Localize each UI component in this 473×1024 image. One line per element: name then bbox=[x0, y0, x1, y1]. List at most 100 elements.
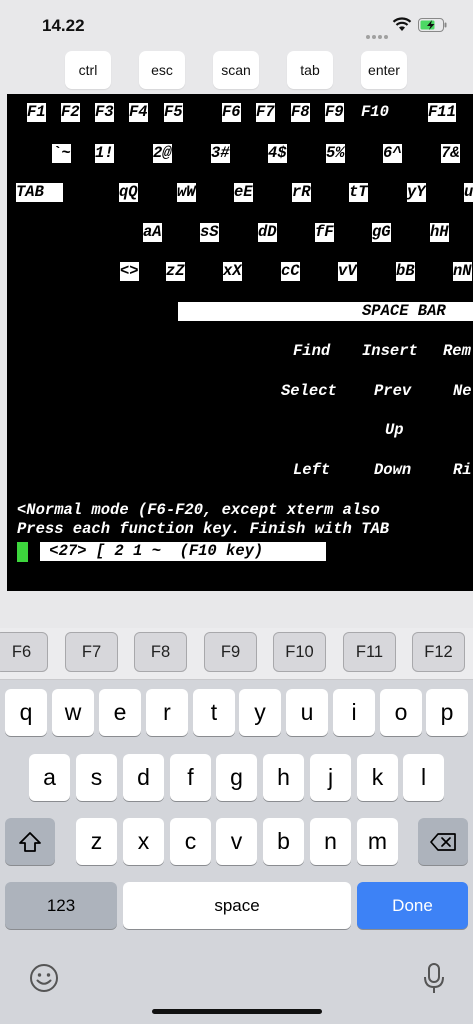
key-x[interactable]: x bbox=[123, 818, 164, 865]
term-key-6: 6^ bbox=[383, 144, 402, 163]
term-key-h: hH bbox=[430, 223, 449, 242]
term-key-f7: F7 bbox=[256, 103, 275, 122]
microphone-icon[interactable] bbox=[422, 962, 446, 996]
battery-charging-icon bbox=[418, 18, 447, 32]
term-nav-prev: Prev bbox=[374, 382, 412, 400]
term-nav-up: Up bbox=[385, 421, 404, 439]
space-key[interactable]: space bbox=[123, 882, 351, 929]
key-u[interactable]: u bbox=[286, 689, 328, 736]
term-key-f: fF bbox=[315, 223, 334, 242]
numbers-key[interactable]: 123 bbox=[5, 882, 117, 929]
term-key-1: 1! bbox=[95, 144, 114, 163]
term-nav-down: Down bbox=[374, 461, 412, 479]
key-d[interactable]: d bbox=[123, 754, 164, 801]
key-y[interactable]: y bbox=[239, 689, 281, 736]
done-key[interactable]: Done bbox=[357, 882, 468, 929]
status-bar: 14.22 bbox=[0, 0, 473, 46]
key-n[interactable]: n bbox=[310, 818, 351, 865]
term-key-u: u bbox=[464, 183, 473, 202]
key-v[interactable]: v bbox=[216, 818, 257, 865]
key-f[interactable]: f bbox=[170, 754, 211, 801]
key-h[interactable]: h bbox=[263, 754, 304, 801]
delete-key[interactable] bbox=[418, 818, 468, 865]
term-key-f4: F4 bbox=[129, 103, 148, 122]
key-i[interactable]: i bbox=[333, 689, 375, 736]
wifi-icon bbox=[392, 17, 412, 31]
key-e[interactable]: e bbox=[99, 689, 141, 736]
fn-key-f7[interactable]: F7 bbox=[65, 632, 118, 672]
term-key-4: 4$ bbox=[268, 144, 287, 163]
enter-button[interactable]: enter bbox=[361, 51, 407, 89]
tab-button[interactable]: tab bbox=[287, 51, 333, 89]
key-t[interactable]: t bbox=[193, 689, 235, 736]
term-key-5: 5% bbox=[326, 144, 345, 163]
term-key-y: yY bbox=[407, 183, 426, 202]
key-a[interactable]: a bbox=[29, 754, 70, 801]
term-key-b: bB bbox=[396, 262, 415, 281]
fn-key-f10[interactable]: F10 bbox=[273, 632, 326, 672]
delete-icon bbox=[430, 832, 456, 851]
terminal-cursor bbox=[17, 542, 28, 562]
term-nav-remove: Rem bbox=[443, 342, 471, 360]
term-key-s: sS bbox=[200, 223, 219, 242]
scan-button[interactable]: scan bbox=[213, 51, 259, 89]
control-button-bar: ctrl esc scan tab enter bbox=[0, 46, 473, 94]
key-j[interactable]: j bbox=[310, 754, 351, 801]
key-k[interactable]: k bbox=[357, 754, 398, 801]
signal-dots-icon bbox=[366, 26, 390, 44]
term-key-g: gG bbox=[372, 223, 391, 242]
term-key-3: 3# bbox=[211, 144, 230, 163]
key-l[interactable]: l bbox=[403, 754, 444, 801]
fn-key-f11[interactable]: F11 bbox=[343, 632, 396, 672]
key-c[interactable]: c bbox=[170, 818, 211, 865]
term-key-2: 2@ bbox=[153, 144, 172, 163]
fn-key-f6[interactable]: F6 bbox=[0, 632, 48, 672]
term-key-c: cC bbox=[281, 262, 300, 281]
key-s[interactable]: s bbox=[76, 754, 117, 801]
key-g[interactable]: g bbox=[216, 754, 257, 801]
key-w[interactable]: w bbox=[52, 689, 94, 736]
term-result-line: <27> [ 2 1 ~ (F10 key) bbox=[40, 542, 326, 561]
term-space-bar: SPACE BAR bbox=[178, 302, 473, 321]
term-nav-select: Select bbox=[281, 382, 337, 400]
shift-key[interactable] bbox=[5, 818, 55, 865]
term-key-d: dD bbox=[258, 223, 277, 242]
key-b[interactable]: b bbox=[263, 818, 304, 865]
terminal-screen[interactable]: F1 F2 F3 F4 F5 F6 F7 F8 F9 F10 F11 `~ 1!… bbox=[7, 94, 473, 591]
term-key-f8: F8 bbox=[291, 103, 310, 122]
key-o[interactable]: o bbox=[380, 689, 422, 736]
term-key-n: nN bbox=[453, 262, 472, 281]
emoji-icon[interactable] bbox=[28, 962, 60, 994]
key-m[interactable]: m bbox=[357, 818, 398, 865]
ctrl-button[interactable]: ctrl bbox=[65, 51, 111, 89]
term-key-v: vV bbox=[338, 262, 357, 281]
term-key-f11: F11 bbox=[428, 103, 456, 122]
key-p[interactable]: p bbox=[426, 689, 468, 736]
term-message-instructions: Press each function key. Finish with TAB bbox=[17, 520, 390, 538]
fn-key-f9[interactable]: F9 bbox=[204, 632, 257, 672]
term-nav-left: Left bbox=[293, 461, 331, 479]
term-nav-right: Ri bbox=[453, 461, 472, 479]
term-key-x: xX bbox=[223, 262, 242, 281]
term-key-tab: TAB bbox=[16, 183, 63, 202]
term-key-backtick: `~ bbox=[52, 144, 71, 163]
key-r[interactable]: r bbox=[146, 689, 188, 736]
esc-button[interactable]: esc bbox=[139, 51, 185, 89]
fn-key-f8[interactable]: F8 bbox=[134, 632, 187, 672]
term-key-angle: <> bbox=[120, 262, 139, 281]
home-indicator[interactable] bbox=[152, 1009, 322, 1014]
shift-icon bbox=[19, 831, 41, 852]
term-key-q: qQ bbox=[119, 183, 138, 202]
term-nav-find: Find bbox=[293, 342, 331, 360]
term-key-e: eE bbox=[234, 183, 253, 202]
fn-key-f12[interactable]: F12 bbox=[412, 632, 465, 672]
key-q[interactable]: q bbox=[5, 689, 47, 736]
term-key-w: wW bbox=[177, 183, 196, 202]
function-key-row: F6 F7 F8 F9 F10 F11 F12 bbox=[0, 628, 473, 680]
key-z[interactable]: z bbox=[76, 818, 117, 865]
term-nav-next: Ne bbox=[453, 382, 472, 400]
term-key-f2: F2 bbox=[61, 103, 80, 122]
term-key-f6: F6 bbox=[222, 103, 241, 122]
onscreen-keyboard: F6 F7 F8 F9 F10 F11 F12 q w e r t y u i … bbox=[0, 628, 473, 1024]
term-key-z: zZ bbox=[166, 262, 185, 281]
